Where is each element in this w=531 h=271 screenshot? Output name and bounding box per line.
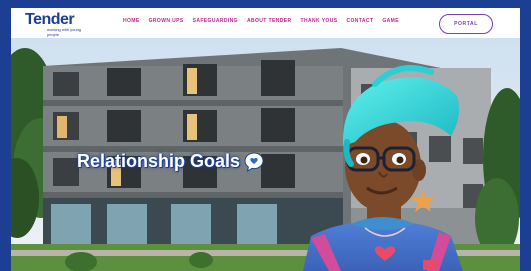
speech-bubble-heart-icon [244, 151, 264, 172]
browser-frame: Tender working with young people HOME GR… [11, 8, 520, 271]
nav-thank-yous[interactable]: THANK YOUS [301, 18, 338, 24]
main-nav: HOME GROWN UPS SAFEGUARDING ABOUT TENDER… [123, 18, 399, 24]
nav-game[interactable]: GAME [382, 18, 399, 24]
nav-contact[interactable]: CONTACT [346, 18, 373, 24]
site-header: Tender working with young people HOME GR… [11, 8, 520, 38]
headline-text: Relationship Goals [77, 151, 241, 171]
logo-tagline: working with young people [47, 27, 82, 37]
nav-grown-ups[interactable]: GROWN UPS [149, 18, 184, 24]
nav-home[interactable]: HOME [123, 18, 140, 24]
hero-headline: Relationship Goals [77, 151, 264, 172]
nav-about-tender[interactable]: ABOUT TENDER [247, 18, 292, 24]
tender-logo[interactable]: Tender working with young people [25, 11, 89, 37]
nav-safeguarding[interactable]: SAFEGUARDING [193, 18, 238, 24]
hero-banner: Relationship Goals [11, 38, 520, 271]
portal-button[interactable]: PORTAL [439, 14, 493, 34]
